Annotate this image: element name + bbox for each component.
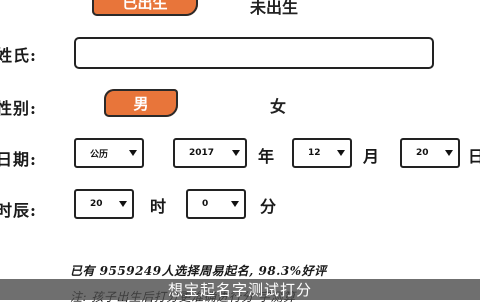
calendar-select[interactable]: 公历 — [74, 138, 144, 168]
hour-value: 20 — [90, 199, 103, 209]
surname-label: 姓氏: — [0, 46, 37, 65]
male-option-label: 男 — [133, 94, 149, 113]
chevron-down-icon — [231, 201, 239, 207]
time-label: 时辰: — [0, 201, 37, 220]
chevron-down-icon — [232, 150, 240, 156]
bottom-banner[interactable]: 想宝起名字测试打分 — [0, 279, 480, 300]
month-value: 12 — [308, 148, 321, 158]
chevron-down-icon — [445, 150, 453, 156]
day-unit: 日 — [468, 147, 480, 166]
year-unit: 年 — [258, 147, 275, 166]
stats-text: 已有 9559249人选择周易起名, 98.3%好评 — [70, 264, 327, 278]
unborn-option-label: 未出生 — [250, 0, 299, 17]
born-option-label: 已出生 — [122, 0, 168, 12]
year-value: 2017 — [189, 148, 215, 158]
chevron-down-icon — [129, 150, 137, 156]
hour-select[interactable]: 20 — [74, 189, 134, 219]
surname-input[interactable] — [74, 37, 434, 69]
minute-select[interactable]: 0 — [186, 189, 246, 219]
hour-unit: 时 — [150, 197, 167, 216]
unborn-option[interactable]: 未出生 — [250, 0, 298, 18]
minute-value: 0 — [202, 199, 209, 209]
gender-label: 性别: — [0, 99, 37, 118]
year-select[interactable]: 2017 — [173, 138, 247, 168]
date-label: 日期: — [0, 150, 37, 169]
female-option[interactable]: 女 — [270, 93, 286, 117]
day-value: 20 — [416, 148, 429, 158]
month-select[interactable]: 12 — [292, 138, 352, 168]
male-option-button[interactable]: 男 — [104, 89, 178, 117]
calendar-value: 公历 — [90, 149, 109, 160]
minute-unit: 分 — [260, 197, 277, 216]
born-option-button[interactable]: 已出生 — [92, 0, 198, 16]
chevron-down-icon — [337, 150, 345, 156]
chevron-down-icon — [119, 201, 127, 207]
banner-text: 想宝起名字测试打分 — [167, 281, 312, 299]
female-option-label: 女 — [270, 97, 287, 116]
day-select[interactable]: 20 — [400, 138, 460, 168]
month-unit: 月 — [363, 147, 380, 166]
